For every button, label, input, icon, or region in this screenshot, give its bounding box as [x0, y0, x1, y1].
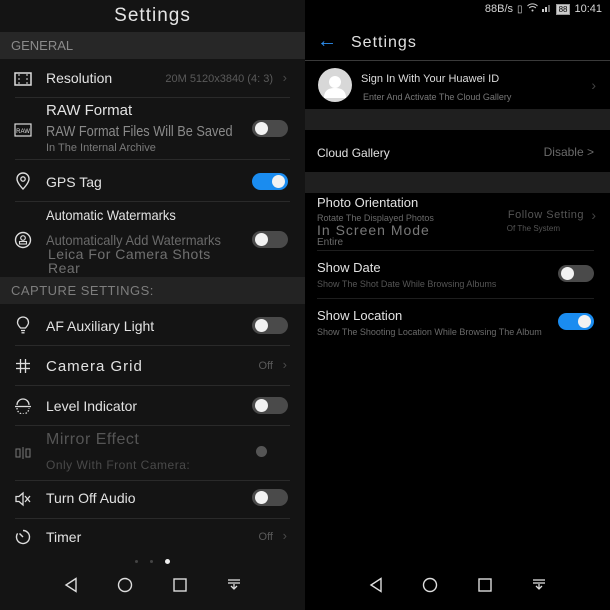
setting-value: Follow Setting	[507, 209, 584, 221]
back-nav-icon[interactable]	[60, 574, 82, 596]
recents-nav-icon[interactable]	[474, 574, 496, 596]
setting-raw-format[interactable]: RAW RAW Format RAW Format Files Will Be …	[0, 98, 305, 160]
status-bar: 88B/s ▯ 88 10:41	[485, 3, 602, 15]
watermark-icon	[13, 230, 33, 250]
setting-mirror-effect: Mirror Effect Only With Front Camera:	[0, 426, 305, 481]
raw-format-toggle[interactable]	[252, 120, 288, 137]
setting-label: Resolution	[46, 70, 113, 86]
chevron-right-icon: ›	[282, 70, 287, 85]
raw-icon: RAW	[13, 120, 33, 140]
gallery-settings-panel: 88B/s ▯ 88 10:41 ← Settings Sign In With…	[305, 0, 610, 610]
vibrate-icon: ▯	[517, 3, 523, 15]
level-indicator-toggle[interactable]	[252, 397, 288, 414]
back-arrow-icon[interactable]: ←	[317, 30, 337, 53]
navigation-bar	[0, 560, 305, 610]
setting-value: Off	[258, 360, 273, 372]
automatic-watermarks-toggle[interactable]	[252, 231, 288, 248]
grid-icon	[13, 356, 33, 376]
setting-timer[interactable]: Timer Off ›	[0, 519, 305, 557]
setting-description: Only With Front Camera:	[46, 458, 191, 472]
setting-label: Timer	[46, 529, 82, 545]
setting-description-2: Entire	[317, 237, 344, 248]
app-header: ← Settings	[305, 28, 610, 60]
setting-label: RAW Format	[46, 102, 133, 119]
setting-label: Photo Orientation	[317, 195, 419, 210]
setting-show-date[interactable]: Show Date Show The Shot Date While Brows…	[305, 251, 610, 299]
recents-nav-icon[interactable]	[169, 574, 191, 596]
resolution-icon	[13, 69, 33, 89]
setting-value: Disable >	[543, 145, 594, 159]
show-location-toggle[interactable]	[558, 313, 594, 330]
setting-value: Off	[258, 531, 273, 543]
section-header-capture-settings: CAPTURE SETTINGS:	[0, 277, 305, 304]
setting-description-large: In Screen Mode	[317, 222, 430, 238]
setting-description-large-2: Rear	[48, 260, 81, 276]
setting-label: Turn Off Audio	[46, 490, 136, 506]
signin-title: Sign In With Your Huawei ID	[361, 73, 500, 85]
mirror-icon	[13, 443, 33, 463]
setting-label: Mirror Effect	[46, 431, 140, 448]
setting-resolution[interactable]: Resolution 20M 5120x3840 (4: 3) ›	[0, 59, 305, 98]
setting-automatic-watermarks[interactable]: Automatic Watermarks Automatically Add W…	[0, 202, 305, 282]
home-nav-icon[interactable]	[114, 574, 136, 596]
navigation-bar	[305, 560, 610, 610]
gps-tag-toggle[interactable]	[252, 173, 288, 190]
setting-af-auxiliary-light[interactable]: AF Auxiliary Light	[0, 305, 305, 346]
setting-camera-grid[interactable]: Camera Grid Off ›	[0, 346, 305, 386]
setting-description: Show The Shooting Location While Browsin…	[317, 327, 542, 337]
turn-off-audio-toggle[interactable]	[252, 489, 288, 506]
setting-description: Show The Shot Date While Browsing Albums	[317, 279, 497, 289]
battery-icon: 88	[555, 3, 571, 15]
network-speed: 88B/s	[484, 3, 514, 15]
setting-description: In The Internal Archive	[46, 142, 156, 154]
wifi-icon	[526, 3, 538, 15]
setting-label: GPS Tag	[46, 174, 102, 190]
setting-label: Camera Grid	[46, 358, 143, 375]
notification-pulldown-icon[interactable]	[528, 574, 550, 596]
timer-icon	[13, 527, 33, 547]
notification-pulldown-icon[interactable]	[223, 574, 245, 596]
page-title: Settings	[351, 34, 417, 51]
section-header-general: GENERAL	[0, 32, 305, 59]
setting-value: 20M 5120x3840 (4: 3)	[165, 73, 273, 85]
chevron-right-icon: ›	[282, 528, 287, 543]
signal-icon	[541, 3, 552, 15]
setting-level-indicator[interactable]: Level Indicator	[0, 386, 305, 426]
location-pin-icon	[13, 171, 33, 191]
chevron-right-icon: ›	[591, 207, 596, 223]
setting-label: AF Auxiliary Light	[46, 318, 155, 334]
setting-label: Level Indicator	[46, 398, 138, 414]
page-title: Settings	[114, 5, 191, 26]
mute-icon	[13, 489, 33, 509]
setting-label: Show Location	[317, 308, 403, 323]
clock: 10:41	[574, 3, 602, 15]
setting-gps-tag[interactable]: GPS Tag	[0, 160, 305, 202]
svg-text:RAW: RAW	[16, 129, 30, 135]
huawei-id-signin[interactable]: Sign In With Your Huawei ID Enter And Ac…	[305, 61, 610, 109]
setting-label: Show Date	[317, 260, 381, 275]
signin-subtitle: Enter And Activate The Cloud Gallery	[363, 92, 512, 102]
back-nav-icon[interactable]	[365, 574, 387, 596]
af-auxiliary-light-toggle[interactable]	[252, 317, 288, 334]
setting-label: Cloud Gallery	[317, 146, 390, 160]
bulb-icon	[13, 315, 33, 335]
setting-turn-off-audio[interactable]: Turn Off Audio	[0, 481, 305, 519]
section-gap	[305, 172, 610, 193]
chevron-right-icon: ›	[282, 357, 287, 372]
setting-label: Automatic Watermarks	[46, 207, 176, 223]
setting-photo-orientation[interactable]: Photo Orientation Rotate The Displayed P…	[305, 193, 610, 251]
section-gap	[305, 109, 610, 130]
setting-cloud-gallery[interactable]: Cloud Gallery Disable >	[305, 130, 610, 172]
setting-description-large: RAW Format Files Will Be Saved	[46, 123, 233, 140]
show-date-toggle[interactable]	[558, 265, 594, 282]
setting-show-location[interactable]: Show Location Show The Shooting Location…	[305, 299, 610, 347]
setting-value-sub: Of The System	[506, 224, 560, 233]
home-nav-icon[interactable]	[419, 574, 441, 596]
level-icon	[13, 396, 33, 416]
mirror-effect-toggle-disabled	[256, 446, 267, 457]
chevron-right-icon: ›	[591, 77, 596, 93]
camera-settings-panel: Settings GENERAL Resolution 20M 5120x384…	[0, 0, 305, 610]
avatar	[318, 68, 352, 102]
